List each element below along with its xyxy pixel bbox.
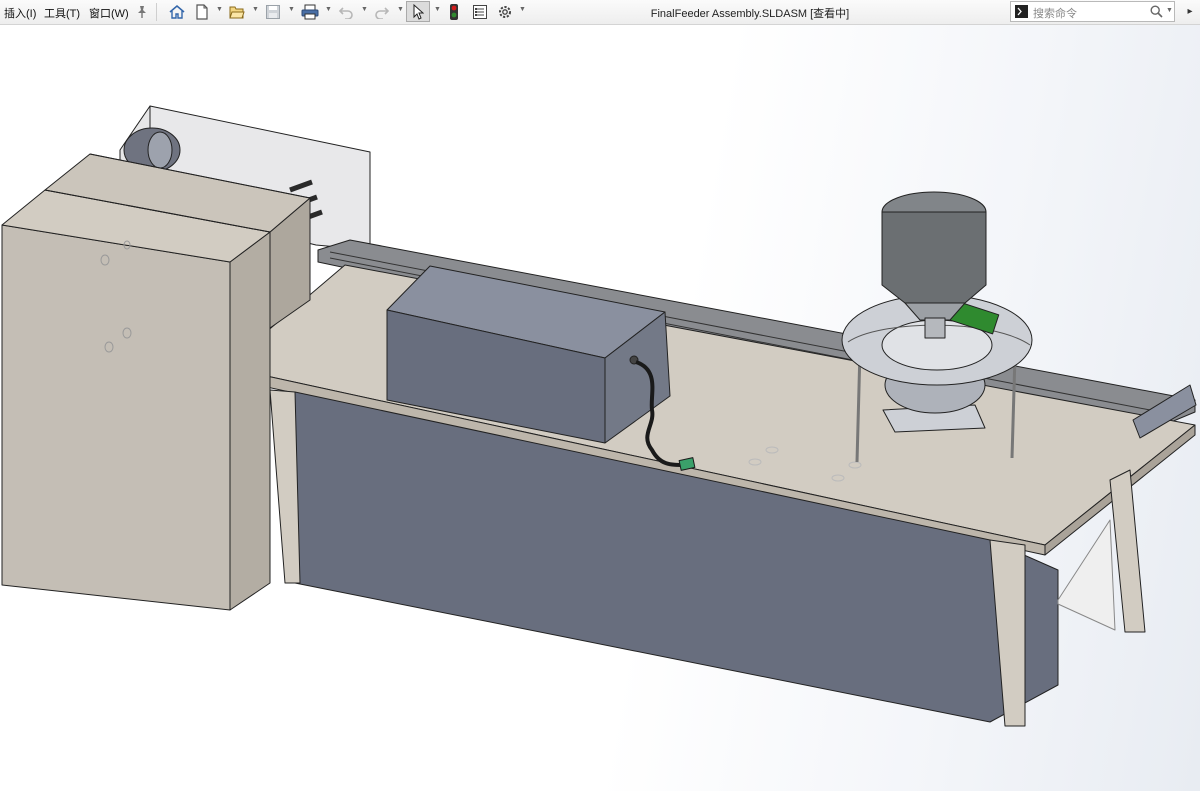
- rebuild-icon[interactable]: [445, 1, 463, 22]
- search-icon[interactable]: [1150, 5, 1163, 23]
- menu-insert[interactable]: 插入(I): [4, 5, 36, 21]
- window-title: FinalFeeder Assembly.SLDASM [查看中]: [650, 8, 850, 20]
- print-dropdown-icon[interactable]: ▼: [325, 6, 332, 13]
- cabinet-side-a: [229, 231, 271, 611]
- cabinet-front: [1, 224, 231, 611]
- undo-icon[interactable]: [336, 1, 356, 22]
- new-file-icon[interactable]: [193, 1, 211, 22]
- open-icon[interactable]: [227, 1, 247, 22]
- search-placeholder: 搜索命令: [1033, 8, 1077, 20]
- menu-tools[interactable]: 工具(T): [44, 5, 80, 21]
- search-dropdown-icon[interactable]: ▼: [1166, 7, 1173, 14]
- left-leg: [269, 389, 301, 584]
- assembly-model[interactable]: [0, 25, 1200, 791]
- home-icon[interactable]: [167, 1, 187, 22]
- open-dropdown-icon[interactable]: ▼: [252, 6, 259, 13]
- title-bar: 插入(I) 工具(T) 窗口(W) ▼ ▼ ▼ ▼ ▼ ▼ ▼ ▼ FinalF…: [0, 0, 1200, 25]
- print-icon[interactable]: [300, 1, 320, 22]
- options-dropdown-icon[interactable]: ▼: [519, 6, 526, 13]
- undo-dropdown-icon[interactable]: ▼: [361, 6, 368, 13]
- motor-end: [147, 131, 173, 169]
- new-file-dropdown-icon[interactable]: ▼: [216, 6, 223, 13]
- redo-dropdown-icon[interactable]: ▼: [397, 6, 404, 13]
- select-icon[interactable]: [406, 1, 430, 22]
- connector: [678, 457, 696, 471]
- command-prompt-icon: [1015, 5, 1028, 23]
- save-icon[interactable]: [263, 1, 283, 22]
- save-dropdown-icon[interactable]: ▼: [288, 6, 295, 13]
- select-dropdown-icon[interactable]: ▼: [434, 6, 441, 13]
- redo-icon[interactable]: [372, 1, 392, 22]
- pin-icon[interactable]: [134, 1, 150, 22]
- options-icon[interactable]: [495, 1, 515, 22]
- graphics-area[interactable]: [0, 25, 1200, 791]
- search-commands-input[interactable]: 搜索命令 ▼: [1010, 1, 1175, 22]
- hopper: [881, 211, 987, 304]
- expand-icon[interactable]: ▸: [1183, 1, 1197, 22]
- back-right-leg: [1109, 469, 1146, 633]
- menu-window[interactable]: 窗口(W): [89, 5, 129, 21]
- file-properties-icon[interactable]: [470, 1, 490, 22]
